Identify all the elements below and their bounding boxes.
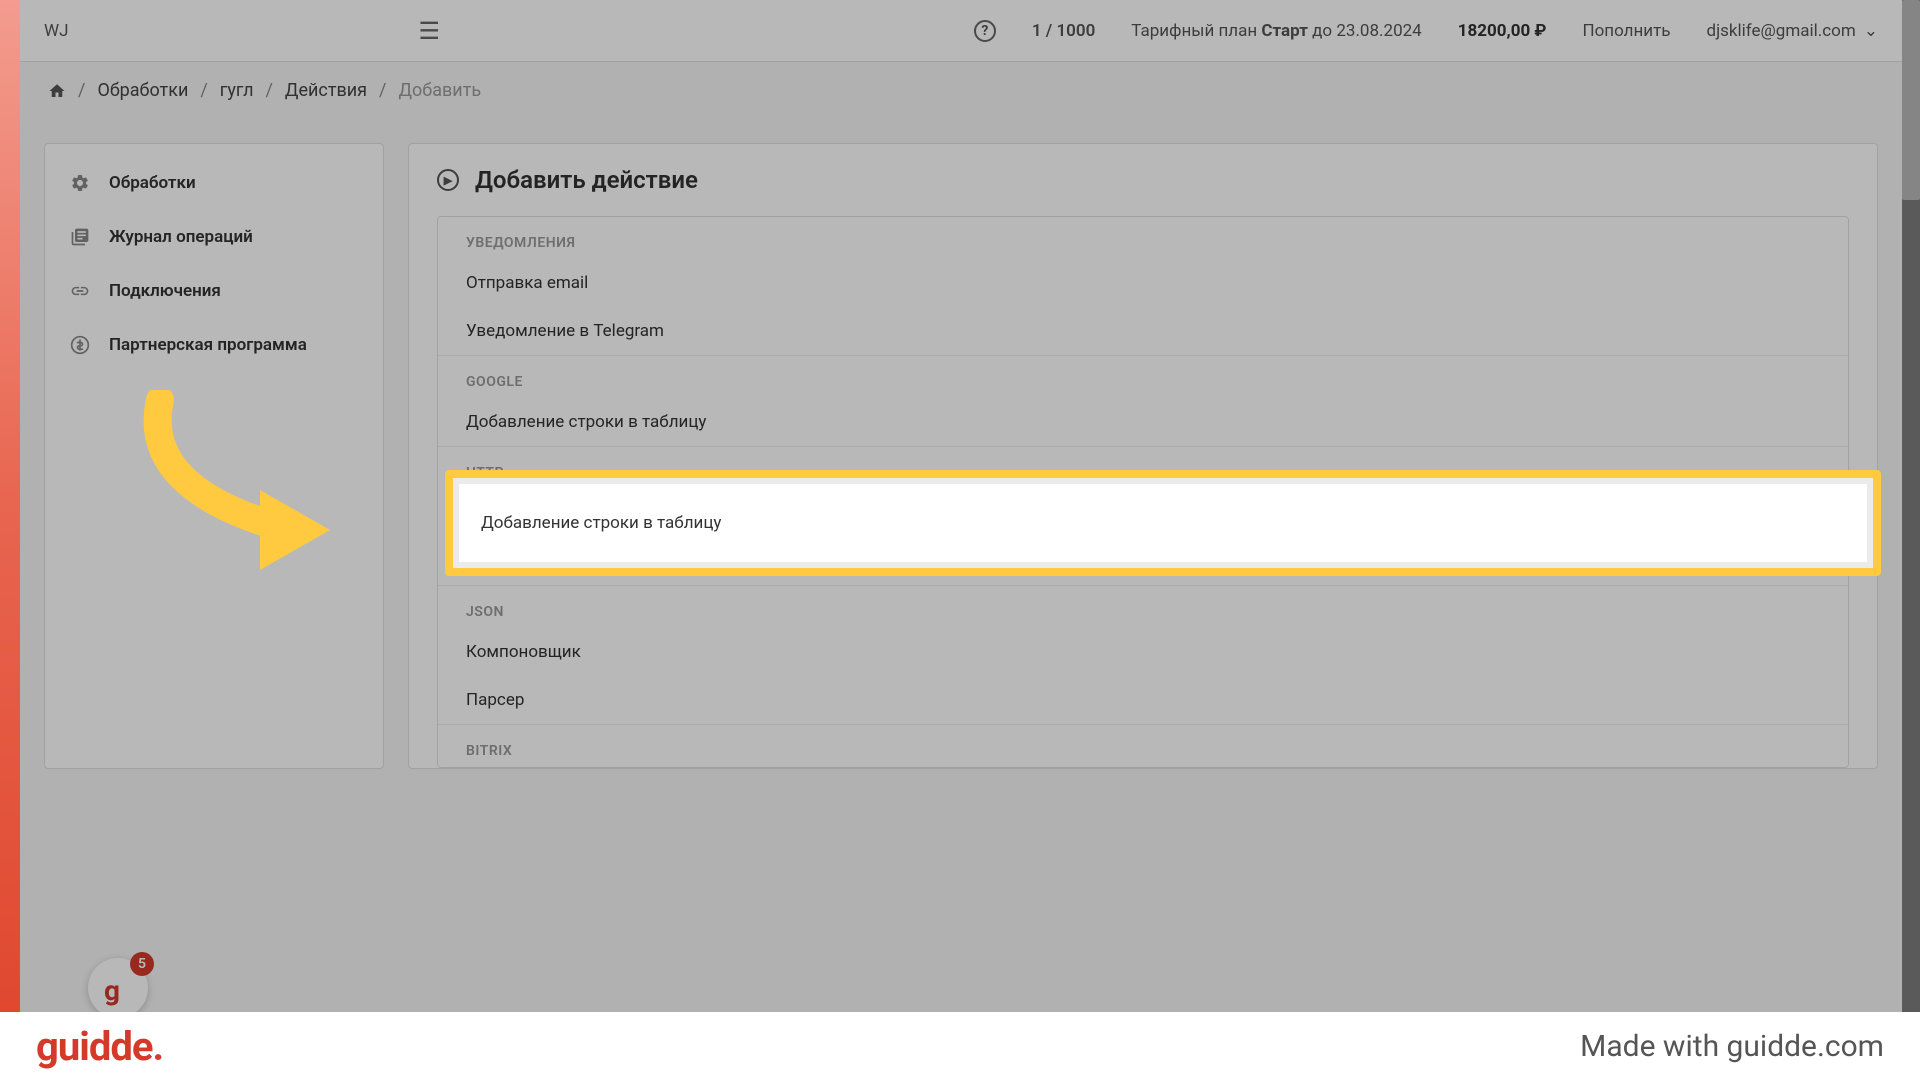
play-circle-icon: ▶: [437, 169, 459, 191]
group-header-notifications: УВЕДОМЛЕНИЯ: [438, 217, 1848, 259]
user-menu[interactable]: djsklife@gmail.com ⌄: [1706, 21, 1878, 41]
help-icon[interactable]: ?: [974, 20, 996, 42]
breadcrumb-sep: /: [379, 80, 386, 101]
breadcrumb-sep: /: [78, 80, 85, 101]
content-header: ▶ Добавить действие: [409, 144, 1877, 216]
hamburger-icon[interactable]: ☰: [418, 17, 440, 45]
notification-badge: 5: [130, 952, 154, 976]
plan-prefix: Тарифный план: [1131, 21, 1261, 41]
group-header-bitrix: BITRIX: [438, 724, 1848, 767]
highlight-frame: Добавление строки в таблицу: [445, 470, 1881, 576]
footer: guidde. Made with guidde.com: [0, 1012, 1920, 1080]
user-email-text: djsklife@gmail.com: [1706, 21, 1855, 41]
sidebar-item-label: Партнерская программа: [109, 335, 307, 355]
sidebar-item-connections[interactable]: Подключения: [45, 264, 383, 318]
action-item-email[interactable]: Отправка email: [438, 259, 1848, 307]
scrollbar[interactable]: [1902, 0, 1920, 1012]
highlighted-label: Добавление строки в таблицу: [481, 513, 721, 533]
chevron-down-icon: ⌄: [1864, 21, 1878, 41]
sidebar-item-partner[interactable]: Партнерская программа: [45, 318, 383, 372]
breadcrumb-item-0[interactable]: Обработки: [97, 80, 188, 101]
plan-name: Старт: [1261, 21, 1308, 41]
breadcrumb-item-2[interactable]: Действия: [285, 80, 367, 101]
logo[interactable]: WJ: [44, 21, 68, 41]
breadcrumb-current: Добавить: [398, 80, 481, 101]
sidebar-item-log[interactable]: Журнал операций: [45, 210, 383, 264]
topup-link[interactable]: Пополнить: [1582, 21, 1670, 41]
header-right: ? 1 / 1000 Тарифный план Старт до 23.08.…: [974, 20, 1878, 42]
highlighted-action-item[interactable]: Добавление строки в таблицу: [459, 484, 1867, 562]
action-item-telegram[interactable]: Уведомление в Telegram: [438, 307, 1848, 355]
chat-widget[interactable]: g 5: [88, 958, 148, 1018]
guidde-logo: guidde.: [36, 1023, 163, 1070]
plan-until: до 23.08.2024: [1308, 21, 1422, 41]
action-item-google-row[interactable]: Добавление строки в таблицу: [438, 398, 1848, 446]
link-icon: [69, 280, 91, 302]
plan-info: Тарифный план Старт до 23.08.2024: [1131, 21, 1421, 41]
page-title: Добавить действие: [475, 166, 698, 194]
breadcrumb-item-1[interactable]: гугл: [220, 80, 254, 101]
breadcrumb-sep: /: [265, 80, 272, 101]
breadcrumb-sep: /: [200, 80, 207, 101]
sidebar-item-label: Журнал операций: [109, 227, 253, 247]
balance: 18200,00 ₽: [1458, 21, 1547, 41]
sidebar-item-label: Обработки: [109, 173, 196, 193]
content-panel: ▶ Добавить действие УВЕДОМЛЕНИЯ Отправка…: [408, 143, 1878, 769]
scrollbar-thumb[interactable]: [1902, 0, 1920, 200]
gradient-edge: [0, 0, 20, 1012]
header: WJ ☰ ? 1 / 1000 Тарифный план Старт до 2…: [20, 0, 1902, 62]
book-icon: [69, 226, 91, 248]
action-item-json-parser[interactable]: Парсер: [438, 676, 1848, 724]
highlight-inner: Добавление строки в таблицу: [453, 478, 1873, 568]
sidebar-item-processing[interactable]: Обработки: [45, 156, 383, 210]
action-item-json-composer[interactable]: Компоновщик: [438, 628, 1848, 676]
breadcrumb: / Обработки / гугл / Действия / Добавить: [20, 62, 1902, 119]
group-header-json: JSON: [438, 585, 1848, 628]
home-icon[interactable]: [48, 82, 66, 100]
gear-icon: [69, 172, 91, 194]
made-with-label: Made with guidde.com: [1580, 1029, 1884, 1064]
header-left: WJ ☰: [44, 17, 440, 45]
group-header-google: GOOGLE: [438, 355, 1848, 398]
usage-counter: 1 / 1000: [1032, 21, 1095, 41]
dollar-icon: [69, 334, 91, 356]
widget-icon: g: [104, 974, 132, 1002]
sidebar-item-label: Подключения: [109, 281, 221, 301]
arrow-annotation-icon: [130, 390, 410, 590]
